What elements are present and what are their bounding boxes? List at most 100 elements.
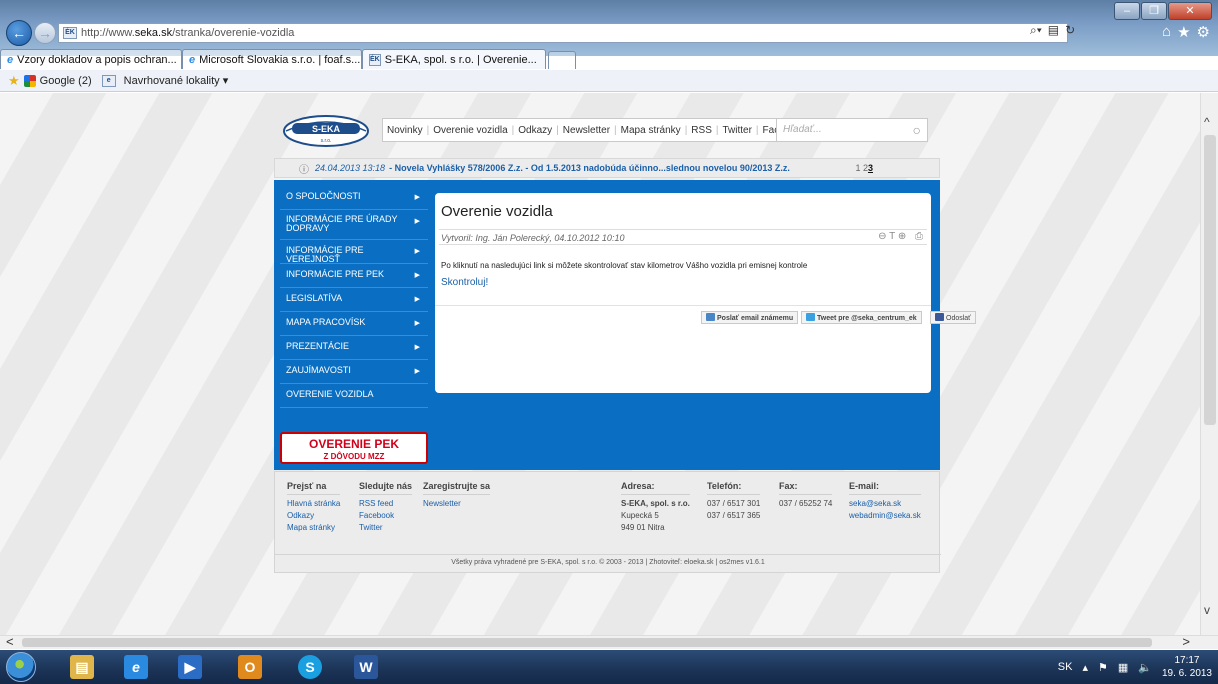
horizontal-scrollbar[interactable]: < >	[0, 634, 1218, 649]
refresh-icon[interactable]: ↻	[1065, 23, 1075, 38]
taskbar: ▤ e ▶ O S W SK ▴ ⚑ ▦ 🔈 17:17 19. 6. 2013	[0, 650, 1218, 684]
search-icon[interactable]: ○	[913, 122, 921, 138]
taskbar-word[interactable]: W	[346, 652, 386, 682]
side-item-urady-dopravy[interactable]: INFORMÁCIE PRE ÚRADY DOPRAVY ▶	[280, 210, 428, 240]
side-item-overenie-vozidla[interactable]: OVERENIE VOZIDLA	[280, 384, 428, 408]
arrow-right-icon: ▶	[414, 218, 420, 225]
font-increase-icon[interactable]: ⊕	[898, 231, 906, 242]
new-tab-button[interactable]	[548, 51, 576, 69]
scroll-thumb[interactable]	[1204, 135, 1216, 425]
nav-overenie-vozidla[interactable]: Overenie vozidla	[433, 125, 507, 136]
seka-logo[interactable]: S-EKA s.r.o.	[282, 113, 370, 149]
footer-link-odkazy[interactable]: Odkazy	[287, 510, 340, 522]
side-item-pek[interactable]: INFORMÁCIE PRE PEK ▶	[280, 264, 428, 288]
side-item-mapa-pracovisk[interactable]: MAPA PRACOVÍSK ▶	[280, 312, 428, 336]
scroll-down-icon[interactable]: v	[1204, 603, 1210, 617]
news-headline[interactable]: - Novela Vyhlášky 578/2006 Z.z. - Od 1.5…	[389, 163, 790, 173]
font-decrease-icon[interactable]: ⊖	[878, 231, 886, 242]
tab-vzory[interactable]: e Vzory dokladov a popis ochran...	[0, 49, 182, 69]
gear-icon[interactable]: ⚙	[1197, 23, 1210, 41]
footer-link-facebook[interactable]: Facebook	[359, 510, 412, 522]
home-icon[interactable]: ⌂	[1162, 23, 1171, 41]
tab-seka-active[interactable]: ÉK S-EKA, spol. s r.o. | Overenie... ×	[362, 49, 546, 69]
article-text: Po kliknutí na nasledujúci link si môžet…	[441, 261, 808, 270]
hscroll-thumb[interactable]	[22, 638, 1152, 647]
back-button[interactable]: ←	[6, 20, 32, 46]
window-controls: – ❐ ✕	[1113, 2, 1212, 20]
address-url: http://www.seka.sk/stranka/overenie-vozi…	[81, 27, 295, 39]
vertical-scrollbar[interactable]: ^ v	[1200, 93, 1218, 635]
forward-button[interactable]: →	[34, 22, 56, 44]
nav-rss[interactable]: RSS	[691, 125, 712, 136]
page-title: Overenie vozidla	[441, 203, 553, 220]
ie-icon: e	[124, 655, 148, 679]
clock-time: 17:17	[1174, 655, 1200, 666]
overenie-pek-button[interactable]: OVERENIE PEK Z DÔVODU MZZ	[280, 432, 428, 464]
skontroluj-link[interactable]: Skontroluj!	[441, 277, 488, 288]
start-button[interactable]	[6, 652, 36, 682]
scroll-up-icon[interactable]: ^	[1204, 115, 1210, 129]
compat-view-icon[interactable]: ▤	[1048, 23, 1059, 38]
arrow-right-icon: ▶	[414, 320, 420, 327]
side-item-verejnost[interactable]: INFORMÁCIE PRE VEREJNOSŤ ▶	[280, 240, 428, 264]
scroll-left-icon[interactable]: <	[6, 634, 14, 649]
browser-chrome: – ❐ ✕ ← → ÉK http://www.seka.sk/stranka/…	[0, 0, 1218, 69]
scroll-right-icon[interactable]: >	[1182, 634, 1190, 649]
restore-button[interactable]: ❐	[1141, 2, 1167, 20]
tab-microsoft[interactable]: e Microsoft Slovakia s.r.o. | foaf.s...	[182, 49, 362, 69]
nav-odkazy[interactable]: Odkazy	[518, 125, 552, 136]
action-center-flag-icon[interactable]: ⚑	[1098, 661, 1108, 674]
arrow-right-icon: ▶	[414, 344, 420, 351]
footer-link-rss[interactable]: RSS feed	[359, 498, 412, 510]
tab-close-icon[interactable]: ×	[545, 54, 546, 66]
tab-label: Vzory dokladov a popis ochran...	[17, 53, 177, 66]
footer-link-newsletter[interactable]: Newsletter	[423, 498, 490, 510]
side-item-zaujimavosti[interactable]: ZAUJÍMAVOSTI ▶	[280, 360, 428, 384]
footer-link-hlavna-stranka[interactable]: Hlavná stránka	[287, 498, 340, 510]
clock[interactable]: 17:17 19. 6. 2013	[1162, 654, 1212, 680]
footer-link-mapa-stranky[interactable]: Mapa stránky	[287, 522, 340, 534]
language-indicator[interactable]: SK	[1058, 661, 1073, 673]
side-item-prezentacie[interactable]: PREZENTÁCIE ▶	[280, 336, 428, 360]
favorite-suggested-sites[interactable]: Navrhované lokality ▾	[124, 74, 229, 87]
nav-twitter[interactable]: Twitter	[722, 125, 751, 136]
taskbar-skype[interactable]: S	[290, 652, 330, 682]
side-item-o-spolocnosti[interactable]: O SPOLOČNOSTI ▶	[280, 186, 428, 210]
side-item-legislativa[interactable]: LEGISLATÍVA ▶	[280, 288, 428, 312]
email-icon	[706, 313, 715, 321]
info-icon: ⓘ	[299, 164, 309, 176]
main-area: O SPOLOČNOSTI ▶ INFORMÁCIE PRE ÚRADY DOPR…	[274, 180, 976, 470]
footer-email-webadmin[interactable]: webadmin@seka.sk	[849, 510, 921, 522]
footer-link-twitter[interactable]: Twitter	[359, 522, 412, 534]
arrow-right-icon: ▶	[414, 296, 420, 303]
font-size-icon[interactable]: T	[889, 231, 895, 242]
taskbar-explorer[interactable]: ▤	[62, 652, 102, 682]
share-email-button[interactable]: Poslať email známemu	[701, 311, 799, 324]
search-dropdown-icon[interactable]: ⌕▾	[1030, 23, 1042, 38]
footer-col-telefon: Telefón: 037 / 6517 301 037 / 6517 365	[707, 481, 761, 520]
favorite-google[interactable]: Google (2)	[40, 75, 92, 87]
close-window-button[interactable]: ✕	[1168, 2, 1212, 20]
network-icon[interactable]: ▦	[1118, 661, 1128, 674]
news-date: 24.04.2013 13:18	[315, 163, 386, 173]
tray-expand-icon[interactable]: ▴	[1082, 661, 1088, 674]
taskbar-media-player[interactable]: ▶	[170, 652, 210, 682]
search-input[interactable]: Hľadať... ○	[776, 118, 928, 142]
footer-email-seka[interactable]: seka@seka.sk	[849, 498, 921, 510]
taskbar-ie[interactable]: e	[116, 652, 156, 682]
nav-newsletter[interactable]: Newsletter	[563, 125, 610, 136]
volume-icon[interactable]: 🔈	[1138, 661, 1152, 674]
arrow-right-icon: ▶	[414, 368, 420, 375]
share-tweet-button[interactable]: Tweet pre @seka_centrum_ek	[801, 311, 922, 324]
facebook-icon	[935, 313, 944, 321]
address-bar[interactable]: ÉK http://www.seka.sk/stranka/overenie-v…	[58, 23, 1068, 43]
nav-mapa-stranky[interactable]: Mapa stránky	[621, 125, 681, 136]
nav-novinky[interactable]: Novinky	[387, 125, 423, 136]
taskbar-outlook[interactable]: O	[230, 652, 270, 682]
favorites-star-icon[interactable]: ★	[1177, 23, 1190, 41]
news-pager[interactable]: 1 23	[855, 163, 873, 173]
print-icon[interactable]: ⎙	[915, 231, 923, 242]
share-facebook-button[interactable]: Odoslať	[930, 311, 976, 324]
minimize-button[interactable]: –	[1114, 2, 1140, 20]
favorites-add-icon[interactable]: ★	[8, 73, 20, 89]
